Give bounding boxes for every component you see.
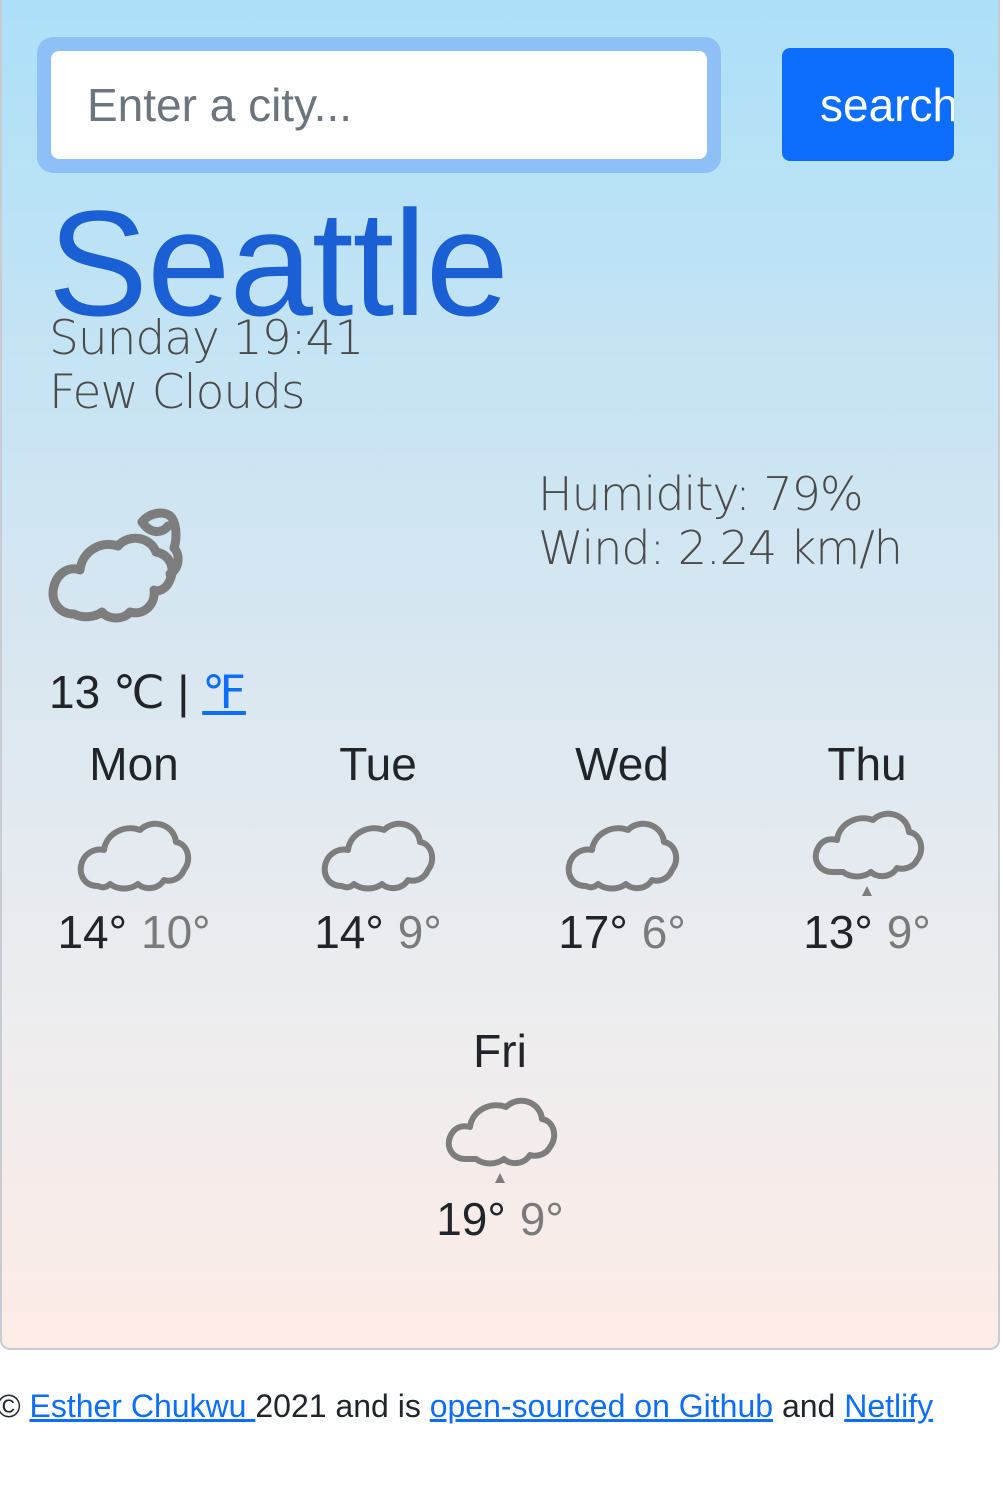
forecast-day: Thu 13° 9° — [747, 736, 987, 960]
weather-description: Few Clouds — [49, 365, 305, 420]
forecast-min: 9° — [886, 906, 931, 958]
forecast-max: 13° — [803, 906, 873, 958]
forecast-day-name: Wed — [575, 738, 669, 790]
weather-details: Humidity: 79% Wind: 2.24 km/h — [538, 467, 903, 575]
forecast-max: 14° — [314, 906, 384, 958]
forecast-min: 10° — [141, 906, 211, 958]
city-search-input[interactable] — [51, 51, 707, 159]
cloud-icon — [77, 820, 192, 892]
forecast-day-name: Tue — [339, 738, 417, 790]
fahrenheit-link[interactable]: ℉ — [202, 666, 246, 718]
copyright-symbol: © — [0, 1388, 21, 1424]
footer-year-text: 2021 and is — [255, 1388, 430, 1424]
footer-and-text: and — [773, 1388, 845, 1424]
forecast-day: Fri 19° 9° — [380, 1023, 620, 1247]
search-button[interactable]: search — [782, 48, 954, 161]
forecast-temps: 17° 6° — [502, 904, 742, 960]
search-focus-ring — [37, 37, 721, 173]
forecast-min: 9° — [397, 906, 442, 958]
footer: © Esther Chukwu 2021 and is open-sourced… — [0, 1384, 933, 1428]
rain-cloud-icon — [445, 1097, 558, 1183]
github-link[interactable]: open-sourced on Github — [430, 1388, 773, 1424]
forecast-day: Wed 17° 6° — [502, 736, 742, 960]
forecast-max: 17° — [558, 906, 628, 958]
rain-cloud-icon — [812, 810, 925, 896]
forecast-day: Tue 14° 9° — [258, 736, 498, 960]
wind-speed: Wind: 2.24 km/h — [538, 521, 903, 575]
forecast-temps: 14° 9° — [258, 904, 498, 960]
netlify-link[interactable]: Netlify — [844, 1388, 933, 1424]
cloud-icon — [321, 820, 436, 892]
unit-separator: | — [177, 666, 190, 718]
weather-card: search Seattle Sunday 19:41 Few Clouds H… — [0, 0, 1000, 1350]
forecast-min: 6° — [641, 906, 686, 958]
forecast-day-name: Fri — [473, 1025, 527, 1077]
date-time: Sunday 19:41 — [49, 311, 364, 366]
forecast-day-name: Thu — [827, 738, 907, 790]
forecast-temps: 13° 9° — [747, 904, 987, 960]
temperature-value: 13 — [49, 666, 101, 718]
celsius-unit: ℃ — [112, 666, 165, 718]
forecast-min: 9° — [519, 1193, 564, 1245]
humidity: Humidity: 79% — [538, 467, 864, 521]
current-temperature: 13 ℃ | ℉ — [49, 664, 246, 720]
few-clouds-night-icon — [48, 508, 183, 623]
forecast-day-name: Mon — [89, 738, 179, 790]
cloud-icon — [565, 820, 680, 892]
author-link[interactable]: Esther Chukwu — [29, 1388, 255, 1424]
forecast-temps: 19° 9° — [380, 1191, 620, 1247]
forecast-day: Mon 14° 10° — [14, 736, 254, 960]
forecast-temps: 14° 10° — [14, 904, 254, 960]
forecast-max: 14° — [57, 906, 127, 958]
forecast-max: 19° — [436, 1193, 506, 1245]
